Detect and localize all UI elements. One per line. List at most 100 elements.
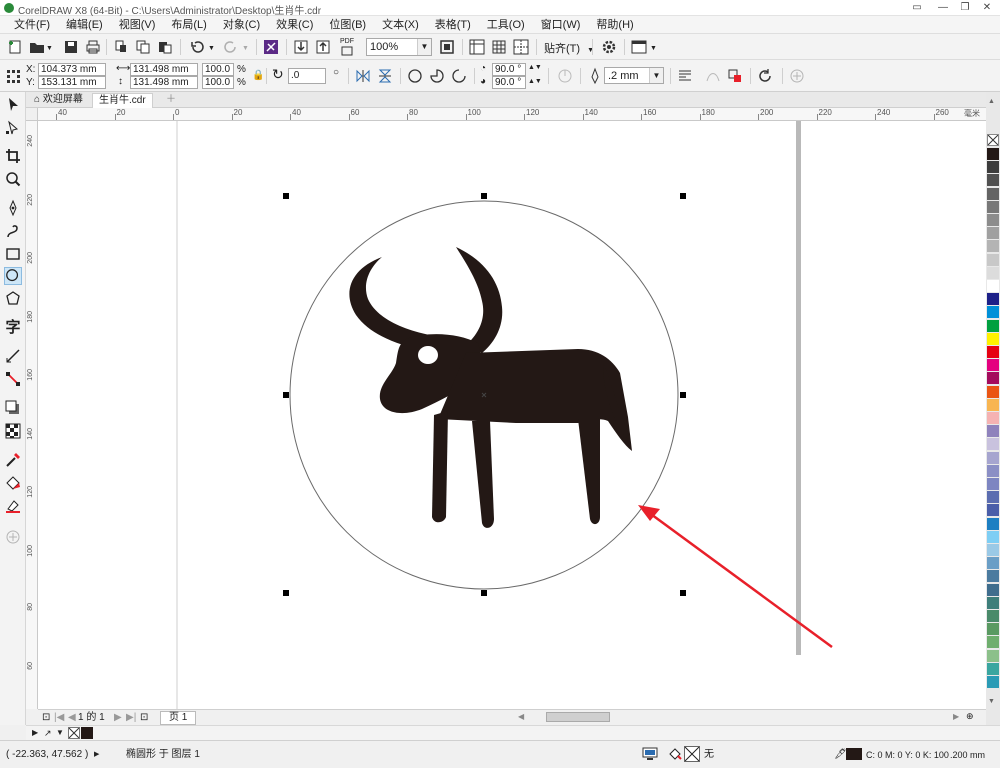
restore-icon[interactable]: ▭ — [904, 0, 930, 16]
menu-bitmaps[interactable]: 位图(B) — [321, 16, 374, 34]
palette-swatch[interactable] — [987, 372, 999, 385]
rotation-angle-field[interactable]: .0 — [288, 68, 326, 84]
palette-swatch[interactable] — [987, 438, 999, 451]
export-icon[interactable] — [314, 38, 332, 56]
horizontal-scrollbar-thumb[interactable] — [546, 712, 610, 722]
color-dropdown-icon[interactable]: ▼ — [56, 727, 64, 739]
palette-swatch[interactable] — [987, 398, 999, 411]
fill-bucket-icon[interactable] — [668, 747, 682, 761]
add-icon[interactable] — [788, 67, 806, 85]
page-tab-1[interactable]: 页 1 — [160, 711, 197, 725]
eyedropper-tool-icon[interactable] — [4, 451, 22, 469]
artistic-media-icon[interactable] — [4, 222, 22, 240]
show-rulers-icon[interactable] — [468, 38, 486, 56]
palette-menu-icon[interactable]: ▶ — [32, 727, 38, 739]
scroll-left-icon[interactable]: ◀ — [518, 712, 526, 722]
add-tool-icon[interactable] — [4, 528, 22, 546]
palette-swatch[interactable] — [987, 544, 999, 556]
mirror-vertical-icon[interactable] — [376, 67, 394, 85]
crop-tool-icon[interactable] — [4, 147, 22, 165]
wrap-text-icon[interactable] — [676, 67, 694, 85]
zoom-level-select[interactable]: 100% ▼ — [366, 38, 432, 56]
scale-height-field[interactable]: 100.0 — [202, 76, 234, 89]
palette-swatch[interactable] — [987, 293, 999, 306]
smart-fill-icon[interactable] — [4, 497, 22, 515]
palette-swatch[interactable] — [987, 174, 999, 187]
palette-swatch[interactable] — [987, 359, 999, 372]
outline-width-select[interactable]: .2 mm ▼ — [604, 67, 664, 84]
spinner-icon[interactable]: ▲▼ — [528, 76, 542, 88]
palette-swatch[interactable] — [987, 649, 999, 662]
page-last-icon[interactable]: ▶| — [126, 712, 136, 724]
arc-mode-icon[interactable] — [450, 67, 468, 85]
palette-swatch[interactable] — [987, 346, 999, 358]
drawing-canvas[interactable] — [38, 121, 986, 709]
show-grid-icon[interactable] — [490, 38, 508, 56]
mirror-horizontal-icon[interactable] — [354, 67, 372, 85]
transparency-tool-icon[interactable] — [4, 422, 22, 440]
new-document-icon[interactable] — [6, 38, 24, 56]
pick-tool-icon[interactable] — [4, 96, 22, 114]
palette-swatch[interactable] — [987, 636, 999, 649]
palette-swatch[interactable] — [987, 200, 999, 213]
menu-window[interactable]: 窗口(W) — [533, 16, 589, 34]
palette-swatch[interactable] — [987, 596, 999, 609]
palette-swatch[interactable] — [987, 148, 999, 160]
undo-icon[interactable] — [188, 38, 206, 56]
palette-scroll-down-icon[interactable]: ▼ — [988, 698, 995, 705]
palette-swatch[interactable] — [987, 412, 999, 424]
palette-swatch[interactable] — [987, 557, 999, 570]
object-origin-icon[interactable] — [4, 67, 22, 85]
direction-icon[interactable] — [556, 67, 574, 85]
lock-ratio-icon[interactable]: 🔒 — [252, 70, 264, 82]
color-profile-icon[interactable] — [642, 747, 658, 761]
palette-swatch[interactable] — [987, 385, 999, 398]
add-page-icon[interactable]: ⊡ — [140, 712, 148, 724]
dimension-tool-icon[interactable] — [4, 347, 22, 365]
y-position-field[interactable]: 153.131 mm — [38, 76, 106, 89]
text-tool-icon[interactable]: 字 — [4, 319, 22, 337]
scale-width-field[interactable]: 100.0 — [202, 63, 234, 76]
undo-dropdown-icon[interactable]: ▼ — [208, 45, 215, 52]
connector-tool-icon[interactable] — [4, 370, 22, 388]
start-angle-field[interactable]: 90.0 ° — [492, 63, 526, 76]
menu-view[interactable]: 视图(V) — [111, 16, 164, 34]
drop-shadow-tool-icon[interactable] — [4, 399, 22, 417]
document-swatch-black[interactable] — [81, 727, 93, 739]
end-angle-field[interactable]: 90.0 ° — [492, 76, 526, 89]
refresh-icon[interactable] — [756, 67, 774, 85]
ellipse-tool-icon[interactable] — [4, 267, 22, 285]
new-tab-icon[interactable]: ＋ — [160, 93, 182, 108]
palette-swatch[interactable] — [987, 266, 999, 279]
palette-swatch[interactable] — [987, 319, 999, 332]
polygon-tool-icon[interactable] — [4, 290, 22, 308]
show-guidelines-icon[interactable] — [512, 38, 530, 56]
palette-swatch[interactable] — [987, 451, 999, 464]
options-gear-icon[interactable] — [600, 38, 618, 56]
palette-swatch[interactable] — [987, 610, 999, 622]
tab-welcome-screen[interactable]: ⌂ 欢迎屏幕 — [28, 93, 89, 108]
palette-no-color[interactable] — [987, 134, 999, 146]
palette-swatch[interactable] — [987, 570, 999, 583]
application-launcher-icon[interactable] — [630, 38, 648, 56]
spinner-icon[interactable]: ▲▼ — [528, 62, 542, 74]
fill-none-swatch[interactable] — [684, 746, 700, 762]
snap-to-menu[interactable]: 贴齐(T) ▼ — [544, 40, 594, 56]
search-content-icon[interactable] — [262, 38, 280, 56]
outline-pen-icon[interactable] — [586, 67, 604, 85]
palette-swatch[interactable] — [987, 161, 999, 174]
palette-swatch[interactable] — [987, 583, 999, 596]
zoom-tool-icon[interactable] — [4, 170, 22, 188]
no-color-swatch[interactable] — [68, 727, 80, 739]
page-next-icon[interactable]: ▶ — [114, 712, 122, 724]
horizontal-ruler[interactable]: 40 20 0 20 40 60 80 100 120 140 160 180 200 220 240 260… — [38, 108, 986, 121]
full-screen-icon[interactable] — [438, 38, 456, 56]
width-field[interactable]: 131.498 mm — [130, 63, 198, 76]
freehand-tool-icon[interactable] — [4, 199, 22, 217]
palette-swatch[interactable] — [987, 280, 999, 292]
palette-swatch[interactable] — [987, 662, 999, 675]
palette-scroll-up-icon[interactable]: ▲ — [988, 98, 995, 105]
ruler-origin[interactable] — [26, 108, 38, 121]
zoom-icon[interactable]: ⊕ — [966, 711, 974, 722]
ox-silhouette[interactable] — [349, 247, 632, 528]
